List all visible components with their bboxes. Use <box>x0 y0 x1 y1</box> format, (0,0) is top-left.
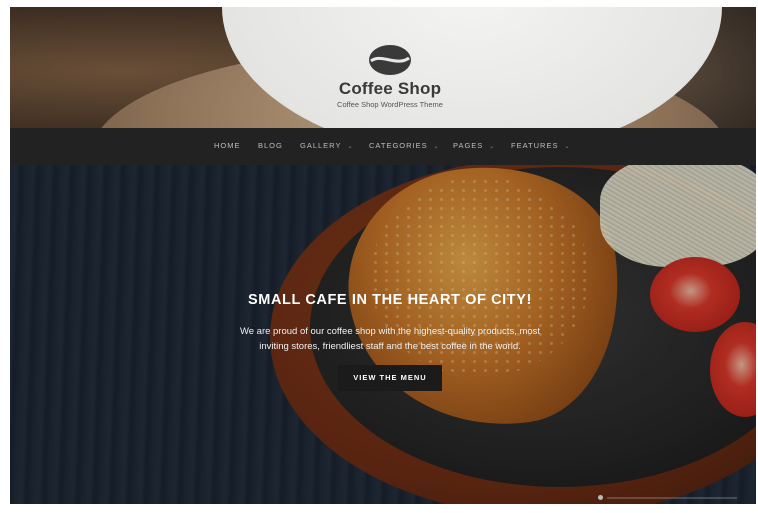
coffee-bean-icon <box>369 45 411 75</box>
nav-menu: HOME BLOG GALLERY ⌄ CATEGORIES ⌄ PAGES ⌄ FE… <box>10 128 756 165</box>
nav-item-label: CATEGORIES <box>369 141 428 150</box>
slider-dot-icon[interactable] <box>598 495 603 500</box>
site-tagline: Coffee Shop WordPress Theme <box>337 100 443 109</box>
nav-item-home[interactable]: HOME <box>214 141 241 150</box>
nav-item-label: HOME <box>214 141 241 150</box>
main-navigation: HOME BLOG GALLERY ⌄ CATEGORIES ⌄ PAGES ⌄ FE… <box>10 128 756 165</box>
nav-item-blog[interactable]: BLOG <box>258 141 283 150</box>
view-menu-button[interactable]: VIEW THE MENU <box>338 365 442 391</box>
site-title: Coffee Shop <box>338 79 442 98</box>
nav-item-gallery[interactable]: GALLERY ⌄ <box>300 141 354 150</box>
nav-item-label: PAGES <box>453 141 484 150</box>
nav-item-categories[interactable]: CATEGORIES ⌄ <box>369 141 440 150</box>
nav-item-pages[interactable]: PAGES ⌄ <box>453 141 495 150</box>
hero-description: We are proud of our coffee shop with the… <box>200 324 580 354</box>
chevron-down-icon: ⌄ <box>433 144 440 150</box>
hero-title: SMALL CAFE IN THE HEART OF CITY! <box>248 292 532 308</box>
slider-track <box>607 497 737 499</box>
chevron-down-icon: ⌄ <box>347 144 354 150</box>
nav-item-label: GALLERY <box>300 141 342 150</box>
site-logo[interactable]: Coffee Shop Coffee Shop WordPress Theme <box>330 43 450 109</box>
hero-description-line: inviting stores, friendliest staff and t… <box>259 341 521 352</box>
slider-indicator <box>598 495 748 501</box>
website-screenshot: Coffee Shop Coffee Shop WordPress Theme … <box>10 7 756 504</box>
nav-item-label: FEATURES <box>511 141 559 150</box>
nav-item-features[interactable]: FEATURES ⌄ <box>511 141 570 150</box>
chevron-down-icon: ⌄ <box>564 144 571 150</box>
hero-description-line: We are proud of our coffee shop with the… <box>239 326 541 337</box>
chevron-down-icon: ⌄ <box>489 144 496 150</box>
nav-item-label: BLOG <box>258 141 283 150</box>
